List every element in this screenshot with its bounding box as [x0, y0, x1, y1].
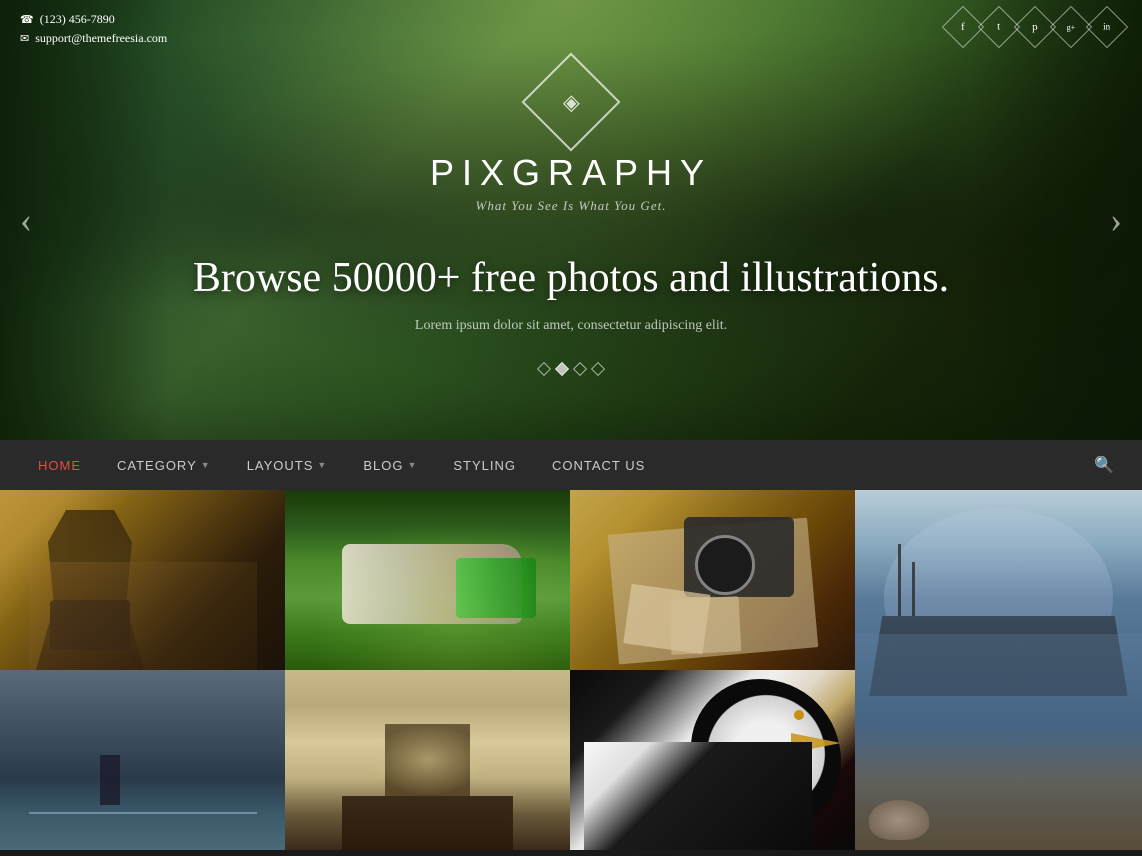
hero-section: ☎ (123) 456-7890 ✉ support@themefreesia.… — [0, 0, 1142, 440]
slider-next-button[interactable]: › — [1110, 199, 1122, 241]
social-icons-group: f t p g+ in — [948, 12, 1122, 42]
photo-pier[interactable] — [285, 670, 570, 850]
slider-prev-button[interactable]: ‹ — [20, 199, 32, 241]
slider-dot-1[interactable] — [537, 361, 551, 375]
nav-category[interactable]: CATEGORY ▼ — [99, 440, 229, 490]
photo-eagle[interactable] — [570, 670, 855, 850]
nav-blog[interactable]: BLOG ▼ — [345, 440, 435, 490]
hero-headline: Browse 50000+ free photos and illustrati… — [193, 254, 949, 302]
slider-dot-3[interactable] — [573, 361, 587, 375]
category-dropdown-arrow: ▼ — [201, 460, 211, 470]
slider-dot-4[interactable] — [591, 361, 605, 375]
phone-icon: ☎ — [20, 13, 34, 26]
photo-person-sea[interactable] — [0, 670, 285, 850]
photo-sneakers[interactable] — [285, 490, 570, 670]
photo-camera-map[interactable] — [570, 490, 855, 670]
slider-dots — [193, 364, 949, 374]
hero-content: ◈ PIXGRAPHY What You See Is What You Get… — [193, 67, 949, 374]
photo-ship[interactable] — [855, 490, 1142, 850]
top-bar: ☎ (123) 456-7890 ✉ support@themefreesia.… — [0, 0, 1142, 62]
hero-subtext: Lorem ipsum dolor sit amet, consectetur … — [193, 318, 949, 334]
site-title: PIXGRAPHY — [193, 152, 949, 194]
photo-photographer[interactable] — [0, 490, 285, 670]
logo-diamond: ◈ — [522, 52, 621, 151]
nav-contact[interactable]: CONTACT US — [534, 440, 663, 490]
nav-layouts[interactable]: LAYOUTS ▼ — [229, 440, 346, 490]
photo-grid — [0, 490, 1142, 850]
nav-items: HOME CATEGORY ▼ LAYOUTS ▼ BLOG ▼ STYLING… — [20, 440, 663, 490]
phone-number: (123) 456-7890 — [40, 12, 115, 27]
logo-symbol: ◈ — [563, 88, 580, 114]
navbar: HOME CATEGORY ▼ LAYOUTS ▼ BLOG ▼ STYLING… — [0, 440, 1142, 490]
layouts-dropdown-arrow: ▼ — [317, 460, 327, 470]
contact-info: ☎ (123) 456-7890 ✉ support@themefreesia.… — [20, 12, 167, 50]
blog-dropdown-arrow: ▼ — [407, 460, 417, 470]
site-tagline: What You See Is What You Get. — [193, 198, 949, 214]
search-button[interactable]: 🔍 — [1086, 455, 1122, 475]
instagram-icon[interactable]: in — [1086, 6, 1128, 48]
nav-styling[interactable]: STYLING — [435, 440, 534, 490]
slider-dot-2[interactable] — [555, 361, 569, 375]
email-icon: ✉ — [20, 32, 29, 45]
nav-home[interactable]: HOME — [20, 440, 99, 490]
email-address: support@themefreesia.com — [35, 31, 167, 46]
